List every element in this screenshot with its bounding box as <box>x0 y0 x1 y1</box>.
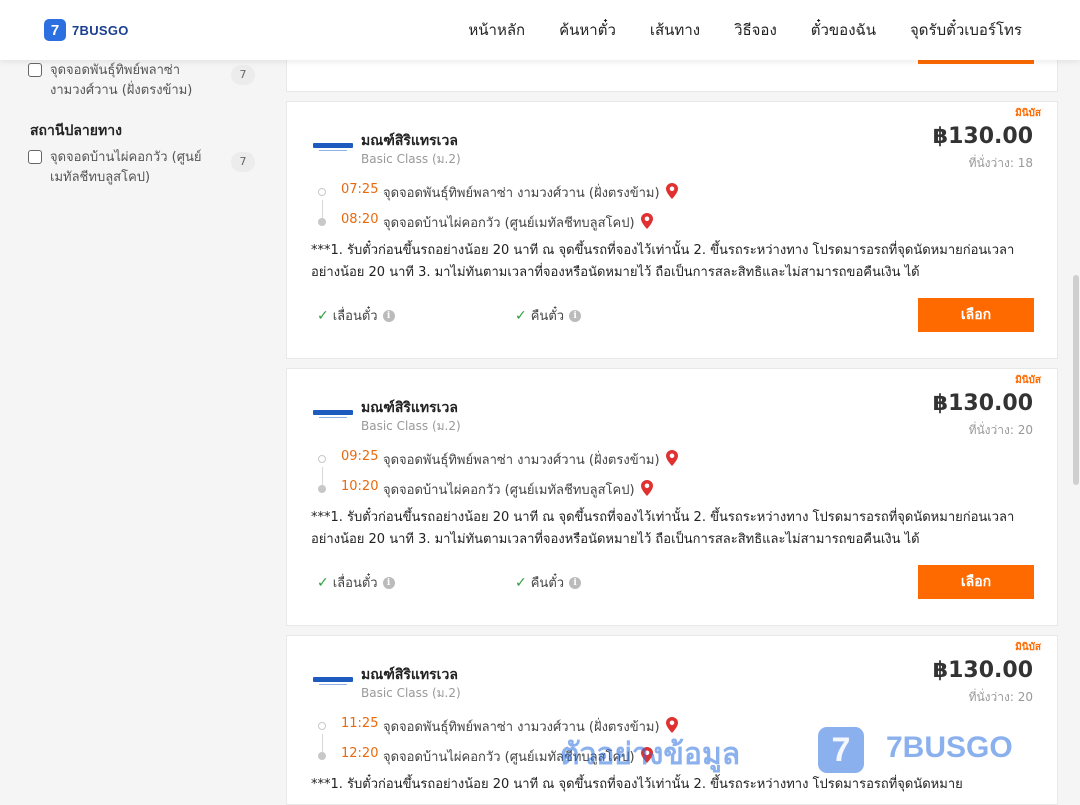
departure-time: 11:25 <box>341 716 379 731</box>
select-button[interactable]: เลือก <box>918 298 1034 332</box>
departure-dot <box>318 455 326 463</box>
arrival-station-title: สถานีปลายทาง <box>30 123 122 139</box>
filter-label: จุดจอดบ้านไผ่คอกวัว (ศูนย์เมทัลชีทบลูสโค… <box>50 150 202 185</box>
map-pin-icon[interactable] <box>665 183 678 199</box>
trip-notes: ***1. รับตั๋วก่อนขึ้นรถอย่างน้อย 20 นาที… <box>311 510 1015 547</box>
nav-my-tickets[interactable]: ตั๋วของฉัน <box>811 18 876 42</box>
departure-stop-name: จุดจอดพันธุ์ทิพย์พลาซ่า งามวงศ์วาน (ฝั่ง… <box>383 720 660 735</box>
arrival-dot <box>318 218 326 226</box>
arrival-name-row: จุดจอดบ้านไผ่คอกวัว (ศูนย์เมทัลชีทบลูสโค… <box>383 479 653 500</box>
feature-reschedule: ✓ เลื่อนตั๋ว i <box>317 305 395 326</box>
scrollbar[interactable] <box>1072 60 1080 800</box>
nav-pickup-points[interactable]: จุดรับตั๋วเบอร์โทร <box>910 18 1022 42</box>
arrival-time: 08:20 <box>341 212 379 227</box>
info-icon[interactable]: i <box>382 576 395 589</box>
info-icon[interactable]: i <box>569 309 582 322</box>
count-badge: 7 <box>231 65 255 85</box>
vehicle-type-tag: มินิบัส <box>1015 642 1041 653</box>
vehicle-type-tag: มินิบัส <box>1015 108 1041 119</box>
site-logo[interactable]: 7 7BUSGO <box>44 19 129 41</box>
departure-dot <box>318 722 326 730</box>
price: ฿130.00 <box>932 391 1033 416</box>
map-pin-icon[interactable] <box>640 213 653 229</box>
departure-name-row: จุดจอดพันธุ์ทิพย์พลาซ่า งามวงศ์วาน (ฝั่ง… <box>383 182 678 203</box>
nav-home[interactable]: หน้าหลัก <box>468 18 525 42</box>
departure-name-row: จุดจอดพันธุ์ทิพย์พลาซ่า งามวงศ์วาน (ฝั่ง… <box>383 716 678 737</box>
arrival-dot <box>318 752 326 760</box>
feature-reschedule: ✓ เลื่อนตั๋ว i <box>317 572 395 593</box>
info-icon[interactable]: i <box>569 576 582 589</box>
feature-label: เลื่อนตั๋ว <box>332 576 378 591</box>
departure-stop-name: จุดจอดพันธุ์ทิพย์พลาซ่า งามวงศ์วาน (ฝั่ง… <box>383 453 660 468</box>
scrollbar-thumb[interactable] <box>1073 275 1079 485</box>
check-icon: ✓ <box>317 574 329 591</box>
check-icon: ✓ <box>317 307 329 324</box>
feature-label: เลื่อนตั๋ว <box>332 309 378 324</box>
departure-time: 07:25 <box>341 182 379 197</box>
bus-class: Basic Class (ม.2) <box>361 419 461 433</box>
seats-available: ที่นั่งว่าง: 18 <box>968 156 1033 170</box>
map-pin-icon[interactable] <box>665 717 678 733</box>
operator-logo <box>313 407 353 419</box>
feature-refund: ✓ คืนตั๋ว i <box>515 305 582 326</box>
map-pin-icon[interactable] <box>665 450 678 466</box>
info-icon[interactable]: i <box>382 309 395 322</box>
count-badge: 7 <box>231 152 255 172</box>
trip-notes: ***1. รับตั๋วก่อนขึ้นรถอย่างน้อย 20 นาที… <box>311 777 963 792</box>
operator-logo <box>313 674 353 686</box>
checkbox[interactable] <box>28 150 42 164</box>
trip-notes: ***1. รับตั๋วก่อนขึ้นรถอย่างน้อย 20 นาที… <box>311 243 1015 280</box>
arrival-dot <box>318 485 326 493</box>
filter-label: จุดจอดพันธุ์ทิพย์พลาซ่า งามวงศ์วาน (ฝั่ง… <box>50 63 193 98</box>
operator-logo <box>313 140 353 152</box>
operator-name: มณฑ์สิริแทรเวล <box>361 667 458 683</box>
departure-stop: 09:25 จุดจอดพันธุ์ทิพย์พลาซ่า งามวงศ์วาน… <box>311 449 911 469</box>
vehicle-type-tag: มินิบัส <box>1015 375 1041 386</box>
departure-name-row: จุดจอดพันธุ์ทิพย์พลาซ่า งามวงศ์วาน (ฝั่ง… <box>383 449 678 470</box>
departure-stop: 11:25 จุดจอดพันธุ์ทิพย์พลาซ่า งามวงศ์วาน… <box>311 716 911 736</box>
arrival-stop: 08:20 จุดจอดบ้านไผ่คอกวัว (ศูนย์เมทัลชีท… <box>311 212 911 232</box>
nav-routes[interactable]: เส้นทาง <box>650 18 700 42</box>
trip-card: มินิบัส มณฑ์สิริแทรเวล Basic Class (ม.2)… <box>286 101 1058 359</box>
map-pin-icon[interactable] <box>640 480 653 496</box>
price: ฿130.00 <box>932 658 1033 683</box>
feature-label: คืนตั๋ว <box>530 576 565 591</box>
arrival-stop-name: จุดจอดบ้านไผ่คอกวัว (ศูนย์เมทัลชีทบลูสโค… <box>383 483 635 498</box>
arrival-name-row: จุดจอดบ้านไผ่คอกวัว (ศูนย์เมทัลชีทบลูสโค… <box>383 746 653 767</box>
logo-text: 7BUSGO <box>72 22 129 38</box>
arrival-time: 12:20 <box>341 746 379 761</box>
arrival-stop-name: จุดจอดบ้านไผ่คอกวัว (ศูนย์เมทัลชีทบลูสโค… <box>383 750 635 765</box>
departure-stop-name: จุดจอดพันธุ์ทิพย์พลาซ่า งามวงศ์วาน (ฝั่ง… <box>383 186 660 201</box>
check-icon: ✓ <box>515 307 527 324</box>
arrival-stop: 10:20 จุดจอดบ้านไผ่คอกวัว (ศูนย์เมทัลชีท… <box>311 479 911 499</box>
arrival-name-row: จุดจอดบ้านไผ่คอกวัว (ศูนย์เมทัลชีทบลูสโค… <box>383 212 653 233</box>
select-button[interactable]: เลือก <box>918 565 1034 599</box>
departure-stop: 07:25 จุดจอดพันธุ์ทิพย์พลาซ่า งามวงศ์วาน… <box>311 182 911 202</box>
bus-class: Basic Class (ม.2) <box>361 686 461 700</box>
departure-time: 09:25 <box>341 449 379 464</box>
feature-label: คืนตั๋ว <box>530 309 565 324</box>
trip-card: มินิบัส มณฑ์สิริแทรเวล Basic Class (ม.2)… <box>286 368 1058 626</box>
operator-name: มณฑ์สิริแทรเวล <box>361 400 458 416</box>
arrival-stop: 12:20 จุดจอดบ้านไผ่คอกวัว (ศูนย์เมทัลชีท… <box>311 746 911 766</box>
logo-badge: 7 <box>44 19 66 41</box>
departure-dot <box>318 188 326 196</box>
main-nav: หน้าหลัก ค้นหาตั๋ว เส้นทาง วิธีจอง ตั๋วข… <box>434 0 1022 60</box>
nav-how-to-book[interactable]: วิธีจอง <box>734 18 777 42</box>
price: ฿130.00 <box>932 124 1033 149</box>
nav-search-tickets[interactable]: ค้นหาตั๋ว <box>559 18 616 42</box>
check-icon: ✓ <box>515 574 527 591</box>
top-header: 7 7BUSGO หน้าหลัก ค้นหาตั๋ว เส้นทาง วิธี… <box>0 0 1080 60</box>
seats-available: ที่นั่งว่าง: 20 <box>968 423 1033 437</box>
feature-refund: ✓ คืนตั๋ว i <box>515 572 582 593</box>
trip-card: มินิบัส มณฑ์สิริแทรเวล Basic Class (ม.2)… <box>286 635 1058 805</box>
seats-available: ที่นั่งว่าง: 20 <box>968 690 1033 704</box>
arrival-time: 10:20 <box>341 479 379 494</box>
arrival-stop-name: จุดจอดบ้านไผ่คอกวัว (ศูนย์เมทัลชีทบลูสโค… <box>383 216 635 231</box>
map-pin-icon[interactable] <box>640 747 653 763</box>
checkbox[interactable] <box>28 63 42 77</box>
bus-class: Basic Class (ม.2) <box>361 152 461 166</box>
operator-name: มณฑ์สิริแทรเวล <box>361 133 458 149</box>
